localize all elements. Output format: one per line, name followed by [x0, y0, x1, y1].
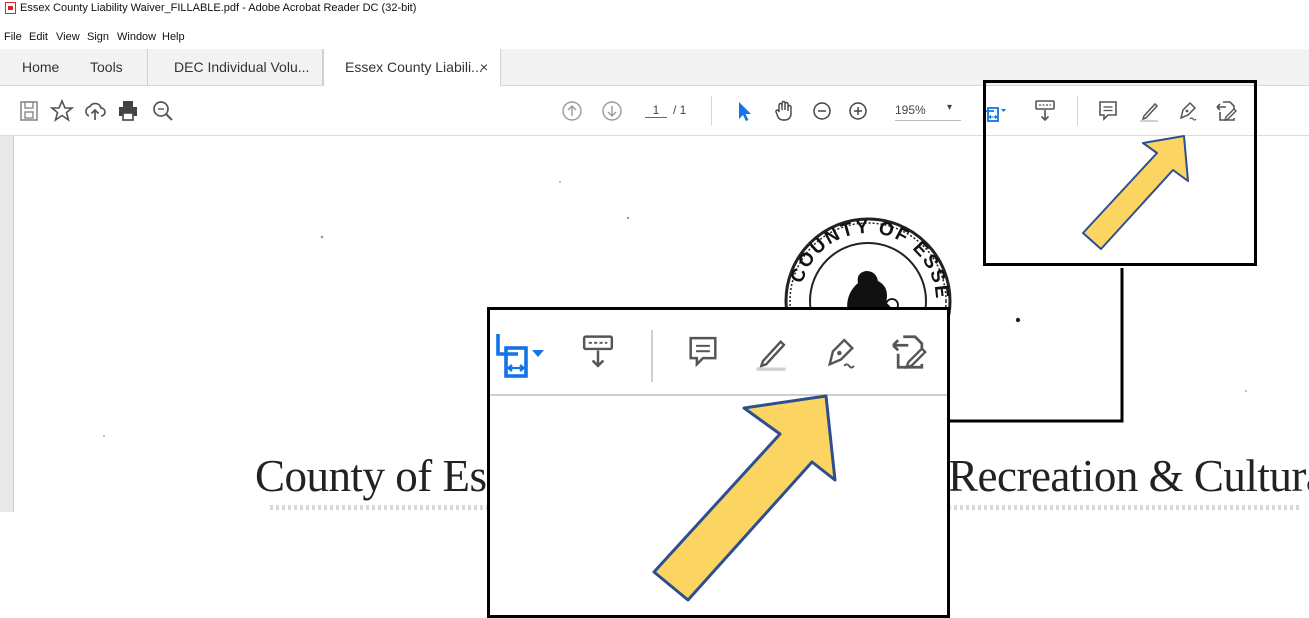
- toolbar-divider: [711, 96, 712, 126]
- county-seal-logo: COUNTY OF ESSEX: [778, 205, 958, 315]
- fill-sign-icon: [827, 338, 855, 369]
- page-down-icon[interactable]: [599, 98, 625, 124]
- menu-bar: File Edit View Sign Window Help: [0, 17, 1309, 49]
- page-total: / 1: [673, 103, 687, 117]
- zoom-out-icon[interactable]: [809, 98, 835, 124]
- menu-sign[interactable]: Sign: [87, 31, 109, 43]
- title-bar: Essex County Liability Waiver_FILLABLE.p…: [0, 0, 1309, 17]
- edit-form-icon: [892, 335, 927, 370]
- menu-help[interactable]: Help: [162, 31, 185, 43]
- chevron-down-icon: ▾: [947, 102, 953, 113]
- page-up-icon[interactable]: [559, 98, 585, 124]
- menu-view[interactable]: View: [56, 31, 80, 43]
- save-icon[interactable]: [16, 98, 42, 124]
- bookmark-star-icon[interactable]: [49, 98, 75, 124]
- magnified-toolbar: [490, 310, 947, 396]
- tab-document-essex[interactable]: Essex County Liabili... ×: [323, 49, 501, 86]
- cloud-upload-icon[interactable]: [82, 98, 108, 124]
- tab-home[interactable]: Home: [22, 49, 59, 86]
- callout-box-magnified: [487, 307, 950, 618]
- document-heading-continued: Recreation & Cultura: [948, 451, 1309, 501]
- select-cursor-icon[interactable]: [731, 98, 757, 124]
- zoom-level-dropdown[interactable]: 195% ▾: [895, 102, 961, 121]
- menu-window[interactable]: Window: [117, 31, 156, 43]
- fit-width-icon: [496, 334, 544, 378]
- hand-tool-icon[interactable]: [771, 98, 797, 124]
- zoom-in-icon[interactable]: [845, 98, 871, 124]
- highlight-pen-icon: [756, 339, 786, 371]
- tab-document-dec[interactable]: DEC Individual Volu...: [148, 49, 323, 86]
- close-tab-icon[interactable]: ×: [480, 49, 488, 86]
- pointer-arrow-small: [1082, 135, 1189, 250]
- acrobat-pdf-icon: [5, 2, 16, 14]
- tab-tools[interactable]: Tools: [90, 49, 148, 86]
- page-number-input[interactable]: 1: [645, 103, 667, 118]
- menu-edit[interactable]: Edit: [29, 31, 48, 43]
- zoom-level-value: 195%: [895, 103, 926, 117]
- window-title: Essex County Liability Waiver_FILLABLE.p…: [20, 2, 417, 14]
- print-icon[interactable]: [115, 98, 141, 124]
- scroll-mode-icon: [582, 335, 614, 368]
- menu-file[interactable]: File: [4, 31, 22, 43]
- comment-icon: [689, 336, 717, 368]
- pointer-arrow-large: [652, 394, 837, 602]
- tab-document-essex-label: Essex County Liabili...: [345, 59, 483, 75]
- zoom-search-icon[interactable]: [150, 98, 176, 124]
- toolbar-divider: [651, 330, 653, 382]
- document-heading: County of Es: [255, 451, 487, 501]
